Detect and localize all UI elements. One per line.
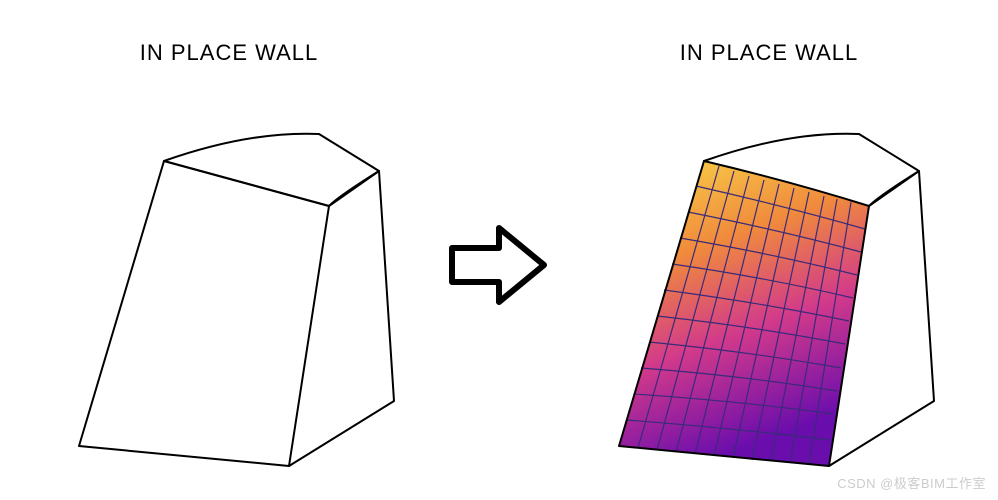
- arrow-icon: [444, 220, 554, 310]
- left-panel: IN PLACE WALL: [19, 40, 439, 476]
- right-title: IN PLACE WALL: [680, 40, 858, 66]
- right-colored-svg: [579, 76, 959, 476]
- right-panel: IN PLACE WALL: [559, 40, 979, 476]
- curtain-panel-surface: [619, 161, 869, 466]
- left-wireframe-svg: [39, 76, 419, 476]
- diagram-container: IN PLACE WALL IN PLACE WALL: [0, 0, 998, 500]
- left-title: IN PLACE WALL: [140, 40, 318, 66]
- transform-arrow: [439, 220, 559, 310]
- watermark-text: CSDN @极客BIM工作室: [837, 473, 986, 492]
- right-shape: [579, 76, 959, 476]
- left-shape: [39, 76, 419, 476]
